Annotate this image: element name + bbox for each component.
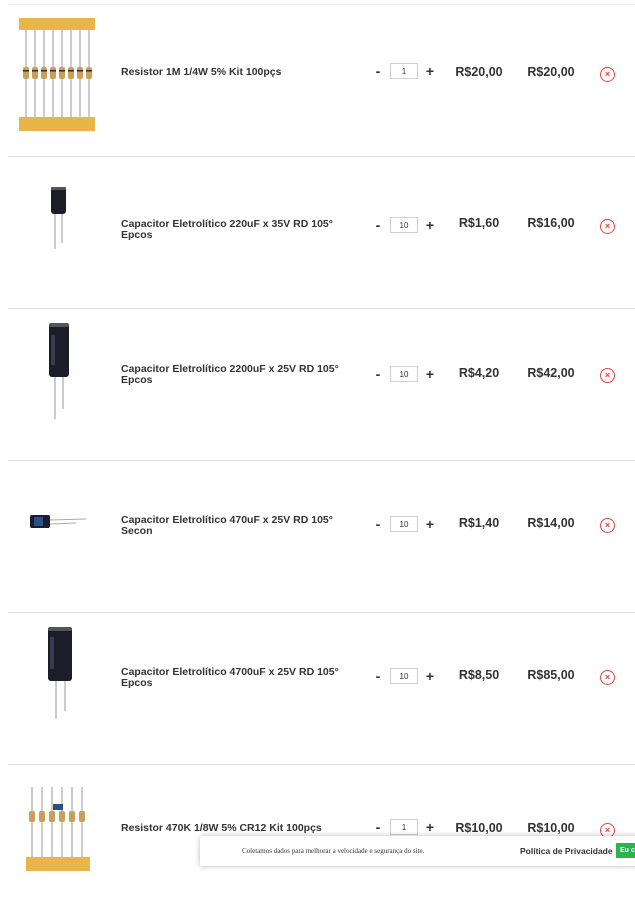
line-total: R$20,00	[527, 65, 575, 79]
decrease-quantity-button[interactable]: -	[371, 819, 385, 835]
quantity-stepper: - +	[371, 819, 437, 835]
remove-item-icon[interactable]: ×	[600, 518, 615, 533]
line-total: R$16,00	[527, 216, 575, 230]
product-name[interactable]: Resistor 470K 1/8W 5% CR12 Kit 100pçs	[121, 823, 351, 834]
decrease-quantity-button[interactable]: -	[371, 516, 385, 532]
increase-quantity-button[interactable]: +	[423, 516, 437, 532]
cart-row: Capacitor Eletrolítico 220uF x 35V RD 10…	[0, 157, 635, 309]
decrease-quantity-button[interactable]: -	[371, 63, 385, 79]
privacy-policy-link[interactable]: Política de Privacidade	[520, 846, 613, 856]
remove-item-icon[interactable]: ×	[600, 368, 615, 383]
unit-price: R$1,60	[458, 216, 500, 230]
remove-item-icon[interactable]: ×	[600, 219, 615, 234]
remove-item-icon[interactable]: ×	[600, 67, 615, 82]
increase-quantity-button[interactable]: +	[423, 668, 437, 684]
decrease-quantity-button[interactable]: -	[371, 366, 385, 382]
unit-price: R$4,20	[458, 366, 500, 380]
quantity-input[interactable]	[390, 366, 418, 382]
unit-price: R$10,00	[455, 821, 503, 835]
resistor-kit-image	[19, 18, 95, 131]
product-name[interactable]: Capacitor Eletrolítico 4700uF x 25V RD 1…	[121, 667, 351, 689]
increase-quantity-button[interactable]: +	[423, 366, 437, 382]
increase-quantity-button[interactable]: +	[423, 63, 437, 79]
product-name[interactable]: Capacitor Eletrolítico 470uF x 25V RD 10…	[121, 515, 351, 537]
cookie-message: Coletamos dados para melhorar a velocida…	[242, 847, 425, 855]
unit-price: R$20,00	[455, 65, 503, 79]
decrease-quantity-button[interactable]: -	[371, 217, 385, 233]
quantity-stepper: - +	[371, 668, 437, 684]
line-total: R$85,00	[527, 668, 575, 682]
quantity-stepper: - +	[371, 516, 437, 532]
unit-price: R$1,40	[458, 516, 500, 530]
quantity-stepper: - +	[371, 217, 437, 233]
capacitor-image	[49, 323, 69, 419]
cart-row: Capacitor Eletrolítico 2200uF x 25V RD 1…	[0, 309, 635, 461]
cookie-consent-bar: Coletamos dados para melhorar a velocida…	[200, 836, 635, 866]
capacitor-image	[30, 515, 87, 528]
unit-price: R$8,50	[458, 668, 500, 682]
product-name[interactable]: Resistor 1M 1/4W 5% Kit 100pçs	[121, 67, 351, 78]
product-name[interactable]: Capacitor Eletrolítico 2200uF x 25V RD 1…	[121, 364, 351, 386]
line-total: R$14,00	[527, 516, 575, 530]
remove-item-icon[interactable]: ×	[600, 670, 615, 685]
quantity-stepper: - +	[371, 63, 437, 79]
quantity-input[interactable]	[390, 819, 418, 835]
quantity-input[interactable]	[390, 668, 418, 684]
cart-row: Resistor 1M 1/4W 5% Kit 100pçs - + R$20,…	[0, 5, 635, 157]
line-total: R$10,00	[527, 821, 575, 835]
increase-quantity-button[interactable]: +	[423, 819, 437, 835]
quantity-input[interactable]	[390, 516, 418, 532]
cart-row: Capacitor Eletrolítico 4700uF x 25V RD 1…	[0, 613, 635, 765]
capacitor-image	[51, 187, 66, 249]
cart-row: Capacitor Eletrolítico 470uF x 25V RD 10…	[0, 461, 635, 613]
accept-cookies-button[interactable]: Eu concordo	[616, 843, 635, 858]
increase-quantity-button[interactable]: +	[423, 217, 437, 233]
quantity-input[interactable]	[390, 63, 418, 79]
product-name[interactable]: Capacitor Eletrolítico 220uF x 35V RD 10…	[121, 219, 351, 241]
quantity-stepper: - +	[371, 366, 437, 382]
resistor-kit-image	[26, 787, 90, 871]
decrease-quantity-button[interactable]: -	[371, 668, 385, 684]
capacitor-image	[48, 627, 72, 719]
line-total: R$42,00	[527, 366, 575, 380]
quantity-input[interactable]	[390, 217, 418, 233]
